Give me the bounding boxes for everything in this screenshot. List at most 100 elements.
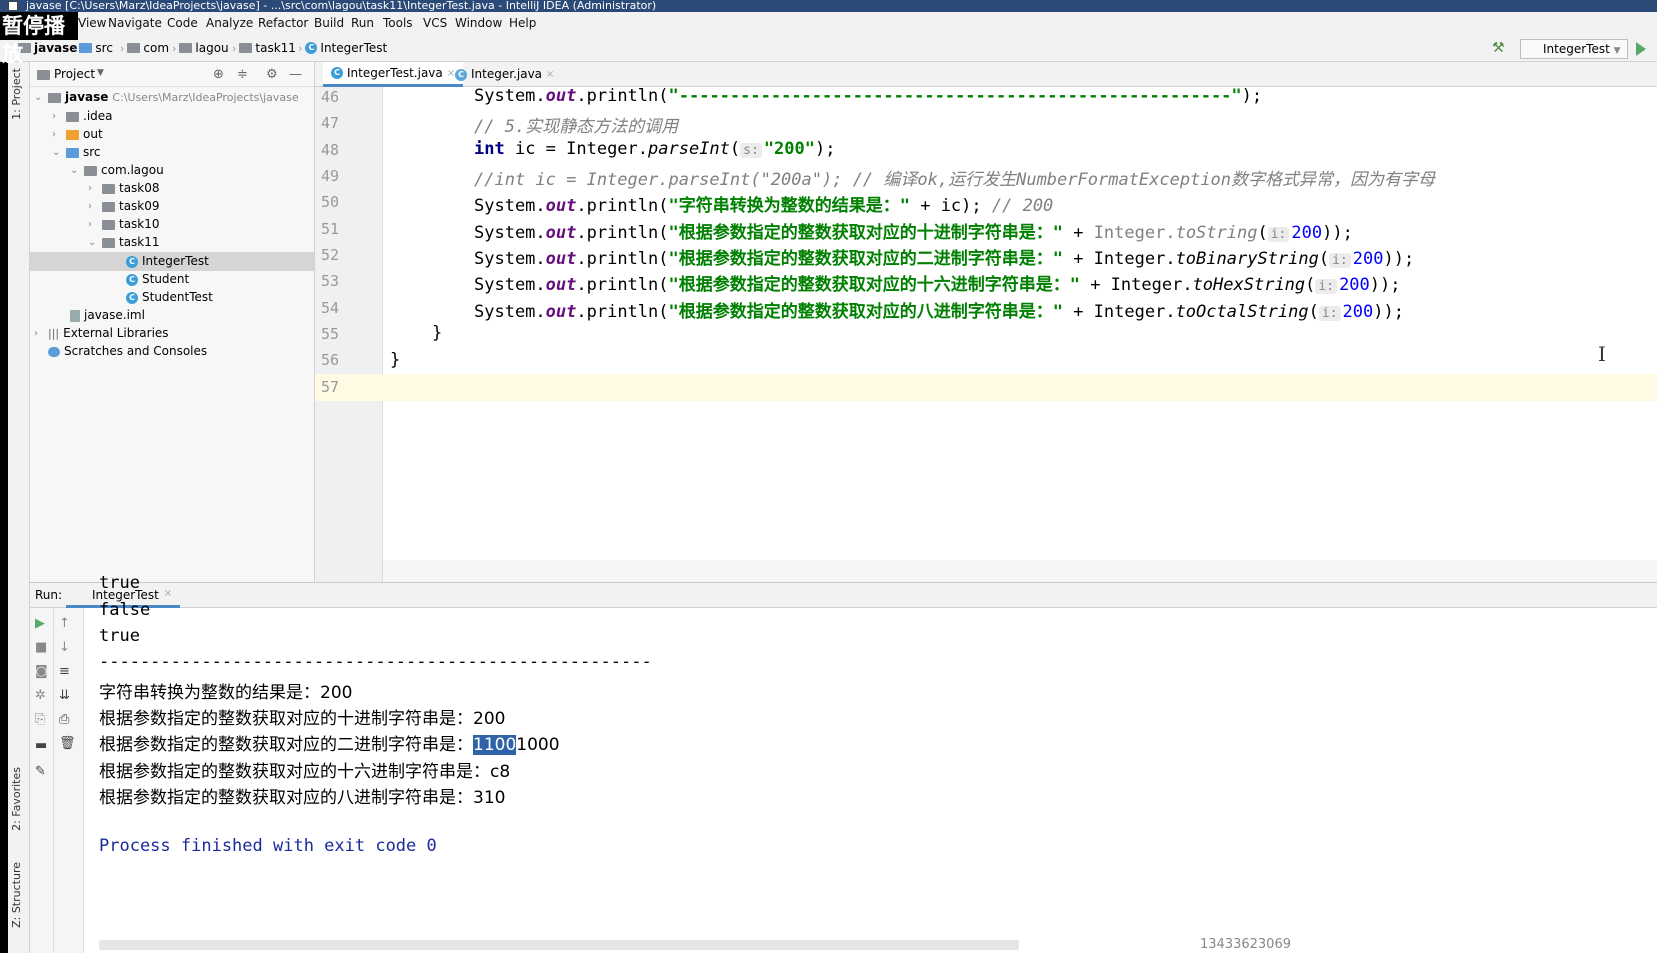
run-toolbar-secondary: ↑ ↓ ≡ ⇊ ⎙ 🗑 [54, 608, 84, 953]
editor-tabs: C IntegerTest.java × C Integer.java × [315, 62, 1657, 87]
code-line-46[interactable]: System.out.println("--------------------… [474, 86, 1262, 106]
app-icon [8, 1, 18, 11]
tab-integer-java[interactable]: C Integer.java × [447, 62, 562, 87]
tree-item-task08[interactable]: › task08 [88, 179, 160, 198]
tree-item-task11[interactable]: ⌄ task11 [88, 233, 160, 252]
tree-item-student[interactable]: C Student [126, 270, 189, 289]
code-line-55[interactable]: } [432, 323, 442, 343]
code-line-56[interactable]: } [390, 350, 400, 370]
menu-help[interactable]: Help [509, 16, 536, 30]
tab-structure[interactable]: Z: Structure [10, 862, 23, 928]
code-editor: C IntegerTest.java × C Integer.java × 46 47 … [315, 62, 1657, 582]
close-icon[interactable]: × [164, 588, 172, 605]
chevron-right-icon: › [52, 111, 56, 122]
build-hammer-icon[interactable]: ⚒ [1492, 40, 1505, 56]
tree-item-javase[interactable]: ⌄ javase C:\Users\Marz\IdeaProjects\javase [34, 88, 299, 107]
code-line-49[interactable]: //int ic = Integer.parseInt("200a"); // … [474, 165, 1435, 190]
tree-item-integertest[interactable]: C IntegerTest [30, 252, 314, 271]
tab-favorites[interactable]: 2: Favorites [10, 767, 23, 831]
project-panel: Project ▼ ⊕ ≑ ⚙ — ⌄ javase C:\Users\Marz\I… [30, 62, 315, 582]
console-horizontal-scrollbar[interactable] [99, 940, 1019, 950]
iml-file-icon [70, 309, 80, 322]
project-view-icon [37, 70, 50, 80]
chevron-down-icon[interactable]: ▼ [97, 68, 104, 78]
breadcrumb-lagou[interactable]: › lagou [172, 41, 229, 55]
exit-icon[interactable]: ⎘ [35, 712, 45, 727]
run-configuration-select[interactable]: IntegerTest ▼ [1520, 39, 1628, 59]
package-icon [102, 219, 115, 230]
breadcrumb-com[interactable]: › com [120, 41, 169, 55]
tree-item-javase-iml[interactable]: javase.iml [70, 306, 145, 325]
tree-item-task10[interactable]: › task10 [88, 215, 160, 234]
stop-icon[interactable]: ■ [35, 640, 47, 655]
breadcrumb-task11[interactable]: › task11 [232, 41, 296, 55]
scroll-to-end-icon[interactable]: ⇊ [59, 688, 70, 703]
layout-icon[interactable]: ▬ [35, 738, 47, 753]
menu-vcs[interactable]: VCS [423, 16, 447, 30]
folder-icon [48, 92, 61, 103]
code-line-48[interactable]: int ic = Integer.parseInt(s: "200"); [474, 139, 835, 159]
folder-icon [79, 43, 93, 53]
tree-item-scratches[interactable]: Scratches and Consoles [48, 342, 207, 361]
tab-project[interactable]: 1: Project [10, 68, 23, 120]
menu-view[interactable]: View [78, 16, 106, 30]
locate-icon[interactable]: ⊕ [213, 67, 224, 82]
code-line-47[interactable]: // 5.实现静态方法的调用 [474, 112, 678, 137]
menu-run[interactable]: Run [351, 16, 374, 30]
collapse-all-icon[interactable]: ≑ [237, 67, 248, 82]
tab-integertest-java[interactable]: C IntegerTest.java × [323, 62, 464, 87]
settings-icon[interactable]: ✲ [35, 688, 46, 703]
down-arrow-icon[interactable]: ↓ [59, 640, 70, 655]
rerun-icon[interactable]: ▶ [35, 616, 45, 631]
selected-text[interactable]: 1100 [473, 735, 517, 755]
line-number: 46 [321, 88, 340, 106]
run-panel: Run: IntegerTest × ▶ ■ ◙ ✲ ⎘ ▬ ✎ ↑ ↓ ≡ ⇊ … [30, 573, 1657, 953]
editor-horizontal-scrollbar[interactable] [383, 560, 1657, 582]
up-arrow-icon[interactable]: ↑ [59, 616, 70, 631]
run-button[interactable] [1636, 42, 1646, 56]
chevron-down-icon: ▼ [1613, 46, 1621, 56]
tree-item-src[interactable]: ⌄ src [52, 143, 101, 162]
trash-icon[interactable]: 🗑 [59, 736, 76, 751]
breadcrumb-javase[interactable]: javase [18, 41, 77, 55]
tree-item-task09[interactable]: › task09 [88, 197, 160, 216]
folder-icon [239, 43, 253, 53]
code-line-53[interactable]: System.out.println("根据参数指定的整数获取对应的十六进制字符… [474, 270, 1401, 295]
menu-navigate[interactable]: Navigate [108, 16, 162, 30]
soft-wrap-icon[interactable]: ≡ [59, 664, 70, 679]
menu-tools[interactable]: Tools [383, 16, 413, 30]
chevron-right-icon: › [88, 219, 92, 230]
window-title: javase [C:\Users\Marz\IdeaProjects\javas… [26, 0, 657, 12]
pause-overlay-label: 暂停播放 [0, 12, 78, 66]
tree-item-idea[interactable]: › .idea [52, 107, 113, 126]
pin-icon[interactable]: ✎ [35, 764, 46, 779]
code-line-52[interactable]: System.out.println("根据参数指定的整数获取对应的二进制字符串… [474, 244, 1414, 269]
code-line-50[interactable]: System.out.println("字符串转换为整数的结果是：" + ic)… [474, 191, 1053, 216]
tree-item-studenttest[interactable]: C StudentTest [126, 288, 213, 307]
line-number: 50 [321, 193, 340, 211]
code-line-54[interactable]: System.out.println("根据参数指定的整数获取对应的八进制字符串… [474, 297, 1404, 322]
menu-window[interactable]: Window [455, 16, 502, 30]
breadcrumb-src[interactable]: › src [72, 41, 113, 55]
tree-item-out[interactable]: › out [52, 125, 103, 144]
chevron-right-icon: › [34, 328, 38, 339]
print-icon[interactable]: ⎙ [59, 712, 69, 727]
menu-analyze[interactable]: Analyze [206, 16, 253, 30]
project-view-select[interactable]: Project [54, 67, 95, 81]
breadcrumb-integertest[interactable]: › C IntegerTest [298, 41, 387, 55]
gear-icon[interactable]: ⚙ [266, 67, 278, 82]
menu-build[interactable]: Build [314, 16, 344, 30]
menu-code[interactable]: Code [167, 16, 198, 30]
console-line: 根据参数指定的整数获取对应的十六进制字符串是：c8 [99, 762, 511, 782]
hide-icon[interactable]: — [289, 67, 302, 82]
menu-refactor[interactable]: Refactor [258, 16, 308, 30]
package-icon [102, 183, 115, 194]
console-line-binary[interactable]: 根据参数指定的整数获取对应的二进制字符串是：11001000 [99, 730, 560, 755]
class-icon: C [126, 291, 138, 304]
chevron-down-icon: ⌄ [88, 237, 97, 248]
close-icon[interactable]: × [546, 62, 554, 87]
tree-item-com-lagou[interactable]: ⌄ com.lagou [70, 161, 164, 180]
code-line-51[interactable]: System.out.println("根据参数指定的整数获取对应的十进制字符串… [474, 218, 1353, 243]
tree-item-external-libraries[interactable]: › ||| External Libraries [34, 324, 169, 343]
camera-icon[interactable]: ◙ [35, 664, 48, 679]
